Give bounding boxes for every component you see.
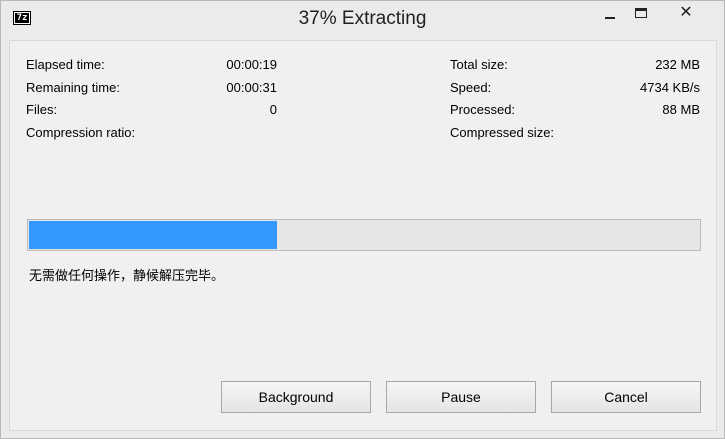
extract-progress-window: 7z 37% Extracting ✕ Elapsed time: 00:00:… xyxy=(0,0,725,439)
close-button[interactable]: ✕ xyxy=(661,2,711,24)
total-size-label: Total size: xyxy=(450,57,508,72)
background-button[interactable]: Background xyxy=(221,381,371,413)
maximize-icon xyxy=(635,8,647,18)
minimize-button[interactable] xyxy=(597,2,623,24)
status-message: 无需做任何操作，静候解压完毕。 xyxy=(29,269,225,284)
total-size-value: 232 MB xyxy=(655,57,700,72)
processed-value: 88 MB xyxy=(662,102,700,117)
elapsed-time-value: 00:00:19 xyxy=(226,57,277,72)
cancel-button[interactable]: Cancel xyxy=(551,381,701,413)
dialog-content: Elapsed time: 00:00:19 Remaining time: 0… xyxy=(9,40,717,431)
pause-button[interactable]: Pause xyxy=(386,381,536,413)
compression-ratio-label: Compression ratio: xyxy=(26,125,136,140)
files-value: 0 xyxy=(269,102,277,117)
minimize-icon xyxy=(605,17,615,19)
remaining-time-value: 00:00:31 xyxy=(226,80,277,95)
maximize-button[interactable] xyxy=(629,2,655,24)
compressed-size-label: Compressed size: xyxy=(450,125,555,140)
progress-bar-fill xyxy=(29,221,277,249)
title-bar[interactable]: 7z 37% Extracting ✕ xyxy=(1,1,724,38)
extraction-progress-bar xyxy=(27,219,701,251)
files-label: Files: xyxy=(26,102,58,117)
close-icon: ✕ xyxy=(679,4,693,21)
remaining-time-label: Remaining time: xyxy=(26,80,120,95)
processed-label: Processed: xyxy=(450,102,516,117)
speed-value: 4734 KB/s xyxy=(640,80,700,95)
elapsed-time-label: Elapsed time: xyxy=(26,57,105,72)
speed-label: Speed: xyxy=(450,80,492,95)
